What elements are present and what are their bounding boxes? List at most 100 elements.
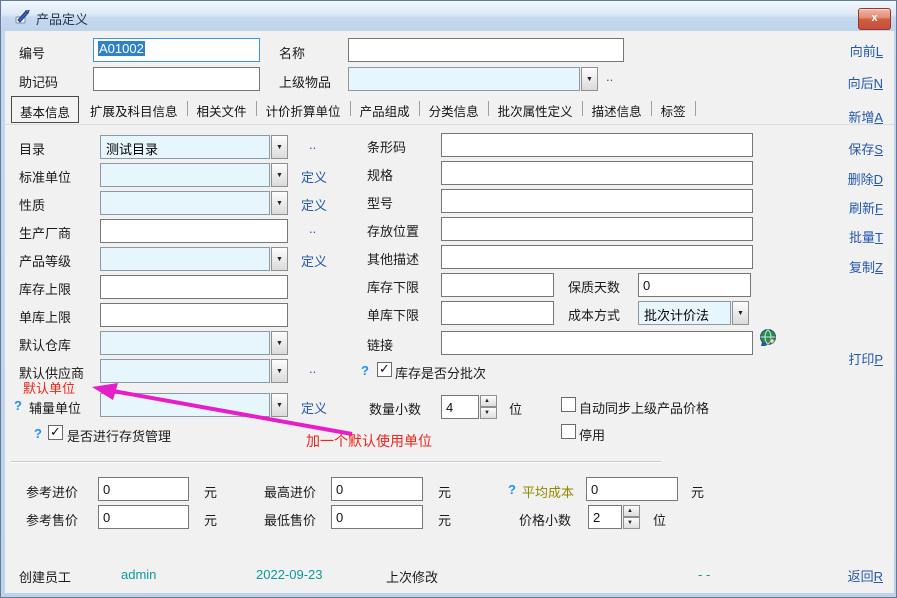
location-input[interactable]: [441, 217, 753, 241]
store-upper-input[interactable]: [100, 303, 288, 327]
model-label: 型号: [367, 193, 393, 212]
tab-basic-info[interactable]: 基本信息: [11, 96, 79, 123]
close-button[interactable]: x: [858, 8, 891, 30]
batch-stock-checkbox[interactable]: [377, 362, 392, 377]
code-input[interactable]: A01002: [93, 38, 260, 62]
name-input[interactable]: [348, 38, 624, 62]
catalog-select[interactable]: 测试目录: [100, 135, 288, 159]
spinner-down-icon[interactable]: [623, 517, 640, 529]
default-supplier-value: [100, 359, 270, 383]
title-bar: 产品定义 x: [2, 1, 897, 31]
model-input[interactable]: [441, 189, 753, 213]
refresh-button[interactable]: 刷新F: [849, 198, 883, 217]
link-label: 链接: [367, 335, 393, 354]
tab-strip: 基本信息 扩展及科目信息 相关文件 计价折算单位 产品组成 分类信息 批次属性定…: [11, 96, 697, 123]
delete-button[interactable]: 删除D: [848, 169, 883, 188]
aux-unit-define-button[interactable]: 定义: [301, 398, 327, 417]
manufacturer-input[interactable]: [100, 219, 288, 243]
qty-decimal-label: 数量小数: [369, 399, 421, 418]
aux-unit-help-icon[interactable]: ?: [14, 398, 22, 413]
qty-decimal-stepper: [480, 395, 497, 419]
tab-classification-info[interactable]: 分类信息: [421, 96, 487, 121]
stock-lower-input[interactable]: [441, 273, 554, 297]
max-buy-input[interactable]: [331, 477, 423, 501]
tab-pricing-conversion-unit[interactable]: 计价折算单位: [258, 96, 349, 121]
spinner-up-icon[interactable]: [623, 505, 640, 517]
chevron-down-icon[interactable]: [271, 393, 288, 417]
aux-unit-select[interactable]: [100, 393, 288, 417]
disabled-label: 停用: [579, 425, 605, 444]
tab-label[interactable]: 标签: [653, 96, 694, 121]
tab-related-files[interactable]: 相关文件: [189, 96, 255, 121]
cost-method-select[interactable]: 批次计价法: [638, 301, 749, 325]
inventory-manage-checkbox[interactable]: [48, 425, 63, 440]
min-sell-input[interactable]: [331, 505, 423, 529]
inventory-manage-help-icon[interactable]: ?: [34, 426, 42, 441]
nature-define-button[interactable]: 定义: [301, 195, 327, 214]
shelf-days-input[interactable]: [638, 273, 751, 297]
spinner-down-icon[interactable]: [480, 407, 497, 419]
parent-item-value: [348, 67, 580, 91]
default-warehouse-select[interactable]: [100, 331, 288, 355]
chevron-down-icon[interactable]: [271, 359, 288, 383]
chevron-down-icon[interactable]: [732, 301, 749, 325]
save-button[interactable]: 保存S: [848, 139, 883, 158]
batch-button[interactable]: 批量T: [849, 227, 883, 246]
ref-sell-label: 参考售价: [26, 510, 78, 529]
spinner-up-icon[interactable]: [480, 395, 497, 407]
chevron-down-icon[interactable]: [271, 163, 288, 187]
return-button[interactable]: 返回R: [848, 566, 883, 585]
spec-input[interactable]: [441, 161, 753, 185]
parent-item-more-button[interactable]: ..: [606, 69, 613, 84]
sync-price-checkbox[interactable]: [561, 397, 576, 412]
tab-extend-subject-info[interactable]: 扩展及科目信息: [82, 96, 186, 121]
store-lower-input[interactable]: [441, 301, 554, 325]
stock-upper-input[interactable]: [100, 275, 288, 299]
avg-cost-input[interactable]: [586, 477, 678, 501]
copy-button[interactable]: 复制Z: [849, 257, 883, 276]
default-supplier-select[interactable]: [100, 359, 288, 383]
barcode-input[interactable]: [441, 133, 753, 157]
default-warehouse-value: [100, 331, 270, 355]
grade-select[interactable]: [100, 247, 288, 271]
link-input[interactable]: [441, 331, 753, 355]
nature-value: [100, 191, 270, 215]
ref-buy-input[interactable]: [98, 477, 189, 501]
mnemonic-input[interactable]: [93, 67, 260, 91]
backward-button[interactable]: 向后N: [848, 73, 883, 92]
forward-button[interactable]: 向前L: [850, 41, 883, 60]
catalog-more-button[interactable]: ..: [309, 137, 316, 152]
tab-batch-attribute-definition[interactable]: 批次属性定义: [490, 96, 581, 121]
manufacturer-more-button[interactable]: ..: [309, 221, 316, 236]
tab-strip-divider: [5, 124, 894, 125]
print-button[interactable]: 打印P: [848, 349, 883, 368]
default-supplier-more-button[interactable]: ..: [309, 361, 316, 376]
batch-stock-help-icon[interactable]: ?: [361, 363, 369, 378]
other-desc-input[interactable]: [441, 245, 753, 269]
code-label: 编号: [19, 43, 45, 62]
std-unit-define-button[interactable]: 定义: [301, 167, 327, 186]
inventory-manage-label: 是否进行存货管理: [67, 426, 171, 445]
nature-select[interactable]: [100, 191, 288, 215]
tab-description-info[interactable]: 描述信息: [584, 96, 650, 121]
grade-define-button[interactable]: 定义: [301, 251, 327, 270]
chevron-down-icon[interactable]: [271, 331, 288, 355]
creator-value: admin: [121, 567, 156, 582]
std-unit-select[interactable]: [100, 163, 288, 187]
chevron-down-icon[interactable]: [581, 67, 598, 91]
batch-stock-label: 库存是否分批次: [395, 363, 486, 382]
price-decimal-input[interactable]: [588, 505, 622, 529]
window-title: 产品定义: [36, 9, 88, 28]
chevron-down-icon[interactable]: [271, 247, 288, 271]
ref-sell-input[interactable]: [98, 505, 189, 529]
sync-price-label: 自动同步上级产品价格: [579, 398, 709, 417]
parent-item-select[interactable]: [348, 67, 598, 91]
tab-product-composition[interactable]: 产品组成: [352, 96, 418, 121]
chevron-down-icon[interactable]: [271, 135, 288, 159]
other-desc-label: 其他描述: [367, 249, 419, 268]
globe-icon[interactable]: [758, 328, 778, 348]
chevron-down-icon[interactable]: [271, 191, 288, 215]
disabled-checkbox[interactable]: [561, 424, 576, 439]
avg-cost-help-icon[interactable]: ?: [508, 482, 516, 497]
qty-decimal-input[interactable]: [441, 395, 479, 419]
